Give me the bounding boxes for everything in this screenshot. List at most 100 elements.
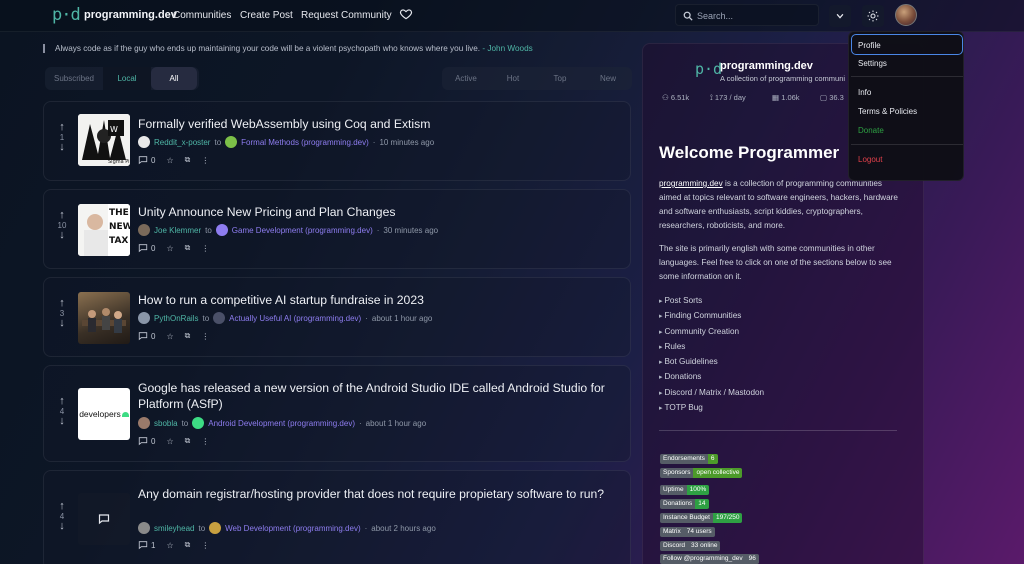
post-author-link[interactable]: sbobla [154, 419, 178, 428]
badge-sponsors[interactable]: Sponsors open collective [660, 468, 743, 478]
copy-icon[interactable]: ⧉ [185, 436, 191, 446]
post-community-link[interactable]: Actually Useful AI (programming.dev) [229, 314, 361, 323]
post-thumbnail[interactable] [78, 292, 130, 344]
post-thumbnail[interactable]: W Sigma Pi [78, 114, 130, 166]
more-options-icon[interactable]: ⋮ [201, 437, 209, 446]
menu-donate[interactable]: Donate [858, 126, 884, 135]
downvote-icon[interactable]: ↓ [56, 230, 68, 241]
star-icon[interactable]: ☆ [166, 332, 173, 341]
text-post-icon[interactable] [78, 493, 130, 545]
filter-subscribed[interactable]: Subscribed [45, 67, 103, 90]
site-logo[interactable]: p·d [52, 5, 81, 25]
sort-filter: Active Hot Top New [442, 67, 632, 90]
nav-communities-link[interactable]: Communities [173, 10, 231, 21]
search-input[interactable]: Search... [675, 4, 819, 26]
sort-top[interactable]: Top [536, 67, 584, 90]
upvote-icon[interactable]: ↑ [56, 396, 68, 407]
sun-theme-icon[interactable] [862, 5, 884, 27]
post-time: about 1 hour ago [365, 418, 427, 428]
post-title-link[interactable]: Formally verified WebAssembly using Coq … [138, 116, 623, 132]
post-community-link[interactable]: Game Development (programming.dev) [232, 226, 373, 235]
upvote-icon[interactable]: ↑ [56, 210, 68, 221]
star-icon[interactable]: ☆ [166, 244, 173, 253]
post-author-link[interactable]: smileyhead [154, 524, 194, 533]
site-brand-link[interactable]: programming.dev [84, 9, 177, 21]
comments-button[interactable]: 0 [138, 243, 155, 253]
sort-active[interactable]: Active [442, 67, 490, 90]
badge-instance-budget[interactable]: Instance Budget 197/250 [660, 513, 743, 523]
star-icon[interactable]: ☆ [166, 437, 173, 446]
intro-site-link[interactable]: programming.dev [659, 179, 723, 188]
vote-block: ↑ 1 ↓ [56, 122, 68, 153]
chevron-down-icon[interactable] [829, 5, 851, 27]
post-author-link[interactable]: PythOnRails [154, 314, 198, 323]
sort-hot[interactable]: Hot [490, 67, 536, 90]
badge-uptime[interactable]: Uptime 100% [660, 485, 710, 495]
post-title-link[interactable]: Any domain registrar/hosting provider th… [138, 486, 623, 502]
section-discord-matrix-mastodon[interactable]: Discord / Matrix / Mastodon [659, 386, 764, 401]
copy-icon[interactable]: ⧉ [185, 540, 191, 550]
filter-all[interactable]: All [151, 67, 197, 90]
menu-info[interactable]: Info [858, 88, 871, 97]
post-community-link[interactable]: Web Development (programming.dev) [225, 524, 360, 533]
post-author-link[interactable]: Reddit_x-poster [154, 138, 210, 147]
more-options-icon[interactable]: ⋮ [201, 156, 209, 165]
post-thumbnail[interactable]: developers [78, 388, 130, 440]
vote-block: ↑ 4 ↓ [56, 501, 68, 532]
upvote-icon[interactable]: ↑ [56, 501, 68, 512]
section-donations[interactable]: Donations [659, 370, 764, 385]
user-avatar[interactable] [895, 4, 917, 26]
nav-create-post-link[interactable]: Create Post [240, 10, 293, 21]
post-card: ↑ 3 ↓ How to run a competitive AI startu… [43, 277, 631, 357]
post-title-link[interactable]: Google has released a new version of the… [138, 380, 623, 412]
star-icon[interactable]: ☆ [166, 541, 173, 550]
more-options-icon[interactable]: ⋮ [201, 541, 209, 550]
post-community-link[interactable]: Android Development (programming.dev) [208, 419, 355, 428]
comments-button[interactable]: 0 [138, 331, 155, 341]
upvote-icon[interactable]: ↑ [56, 298, 68, 309]
section-post-sorts[interactable]: Post Sorts [659, 294, 764, 309]
heart-icon[interactable] [399, 7, 413, 21]
badge-donations[interactable]: Donations 14 [660, 499, 709, 509]
badge-discord[interactable]: Discord 33 online [660, 541, 721, 551]
nav-request-community-link[interactable]: Request Community [301, 10, 392, 21]
post-thumbnail[interactable]: THE NEW TAX [78, 204, 130, 256]
comments-button[interactable]: 0 [138, 155, 155, 165]
section-finding-communities[interactable]: Finding Communities [659, 309, 764, 324]
comments-button[interactable]: 1 [138, 540, 155, 550]
section-totp-bug[interactable]: TOTP Bug [659, 401, 764, 416]
post-title-link[interactable]: Unity Announce New Pricing and Plan Chan… [138, 204, 623, 220]
downvote-icon[interactable]: ↓ [56, 416, 68, 427]
filter-local[interactable]: Local [103, 67, 151, 90]
post-community-link[interactable]: Formal Methods (programming.dev) [241, 138, 369, 147]
menu-logout[interactable]: Logout [858, 155, 882, 164]
user-avatar-icon [138, 136, 150, 148]
svg-text:THE: THE [109, 208, 129, 218]
post-author-link[interactable]: Joe Klemmer [154, 226, 201, 235]
copy-icon[interactable]: ⧉ [185, 243, 191, 253]
upvote-icon[interactable]: ↑ [56, 122, 68, 133]
section-community-creation[interactable]: Community Creation [659, 325, 764, 340]
sort-new[interactable]: New [584, 67, 632, 90]
star-icon[interactable]: ☆ [166, 156, 173, 165]
menu-settings[interactable]: Settings [858, 59, 887, 68]
badge-endorsements[interactable]: Endorsements 6 [660, 454, 718, 464]
quote-text: Always code as if the guy who ends up ma… [55, 44, 481, 53]
menu-terms-policies[interactable]: Terms & Policies [858, 107, 917, 116]
badge-matrix[interactable]: Matrix 74 users [660, 527, 715, 537]
quote-author: - John Woods [482, 44, 533, 53]
menu-profile[interactable]: Profile [858, 41, 881, 50]
copy-icon[interactable]: ⧉ [185, 331, 191, 341]
section-rules[interactable]: Rules [659, 340, 764, 355]
copy-icon[interactable]: ⧉ [185, 155, 191, 165]
downvote-icon[interactable]: ↓ [56, 521, 68, 532]
downvote-icon[interactable]: ↓ [56, 318, 68, 329]
post-title-link[interactable]: How to run a competitive AI startup fund… [138, 292, 623, 308]
svg-text:W: W [110, 125, 118, 134]
downvote-icon[interactable]: ↓ [56, 142, 68, 153]
section-bot-guidelines[interactable]: Bot Guidelines [659, 355, 764, 370]
more-options-icon[interactable]: ⋮ [201, 332, 209, 341]
more-options-icon[interactable]: ⋮ [201, 244, 209, 253]
badge-mastodon[interactable]: Follow @programming_dev 96 [660, 554, 759, 564]
comments-button[interactable]: 0 [138, 436, 155, 446]
